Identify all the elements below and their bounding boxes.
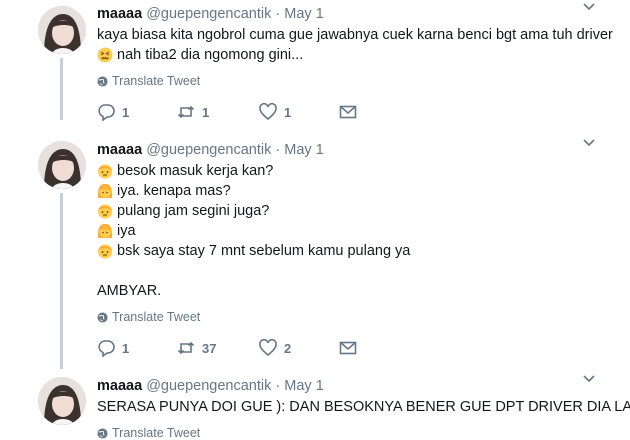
text-line: bsk saya stay 7 mnt sebelum kamu pulang … xyxy=(97,241,410,261)
text-line: pulang jam segini juga? xyxy=(97,201,410,221)
retweet-icon xyxy=(177,341,195,355)
man-face-icon xyxy=(98,204,112,219)
tweet-actions: 1 37 2 xyxy=(97,339,367,359)
woman-face-icon xyxy=(97,184,113,198)
tweet-header: maaaa @guepengencantik · May 1 xyxy=(97,6,324,22)
avatar[interactable] xyxy=(38,6,86,54)
separator-dot: · xyxy=(275,378,281,394)
tweet-date[interactable]: May 1 xyxy=(284,142,324,158)
man-face-icon xyxy=(98,164,112,179)
like-button[interactable]: 1 xyxy=(259,103,291,121)
reply-button[interactable]: 1 xyxy=(97,103,129,121)
retweet-count: 1 xyxy=(202,104,210,120)
globe-icon xyxy=(97,311,108,323)
tweet-actions: 1 1 1 xyxy=(97,103,367,123)
confounded-face-icon xyxy=(97,47,113,63)
user-handle[interactable]: @guepengencantik xyxy=(146,142,271,158)
envelope-icon xyxy=(339,105,357,119)
text-line: nah tiba2 dia ngomong gini... xyxy=(97,45,613,65)
avatar[interactable] xyxy=(38,141,86,189)
globe-icon xyxy=(97,427,108,439)
man-face-icon xyxy=(98,244,112,259)
retweet-button[interactable]: 37 xyxy=(177,339,216,357)
reply-count: 1 xyxy=(122,340,130,356)
text-line: besok masuk kerja kan? xyxy=(97,161,410,181)
tweet-date[interactable]: May 1 xyxy=(284,6,324,22)
chevron-down-icon[interactable] xyxy=(582,2,596,12)
display-name[interactable]: maaaa xyxy=(97,378,142,394)
text-line: iya. kenapa mas? xyxy=(97,181,410,201)
translate-tweet-link[interactable]: Translate Tweet xyxy=(97,426,200,440)
direct-message-button[interactable] xyxy=(339,103,364,121)
text-line: iya xyxy=(97,221,410,241)
chevron-down-icon[interactable] xyxy=(582,138,596,148)
separator-dot: · xyxy=(275,6,281,22)
globe-icon xyxy=(97,75,108,87)
heart-icon xyxy=(259,339,277,357)
reply-icon xyxy=(98,104,115,121)
user-handle[interactable]: @guepengencantik xyxy=(146,6,271,22)
like-count: 1 xyxy=(284,104,292,120)
text-line: AMBYAR. xyxy=(97,283,162,299)
thread-line xyxy=(60,193,63,369)
thread-line xyxy=(60,58,63,120)
reply-button[interactable]: 1 xyxy=(97,339,129,357)
chevron-down-icon[interactable] xyxy=(582,374,596,384)
display-name[interactable]: maaaa xyxy=(97,6,142,22)
direct-message-button[interactable] xyxy=(339,339,364,357)
tweet-header: maaaa @guepengencantik · May 1 xyxy=(97,142,324,158)
separator-dot: · xyxy=(275,142,281,158)
text-line: SERASA PUNYA DOI GUE ): DAN BESOKNYA BEN… xyxy=(97,399,630,415)
tweet-header: maaaa @guepengencantik · May 1 xyxy=(97,378,324,394)
user-handle[interactable]: @guepengencantik xyxy=(146,378,271,394)
reply-icon xyxy=(98,340,115,357)
display-name[interactable]: maaaa xyxy=(97,142,142,158)
heart-icon xyxy=(259,103,277,121)
avatar[interactable] xyxy=(38,377,86,425)
translate-tweet-link[interactable]: Translate Tweet xyxy=(97,310,200,324)
tweet-text: kaya biasa kita ngobrol cuma gue jawabny… xyxy=(97,25,613,65)
tweet-text: SERASA PUNYA DOI GUE ): DAN BESOKNYA BEN… xyxy=(97,397,630,417)
retweet-button[interactable]: 1 xyxy=(177,103,209,121)
retweet-count: 37 xyxy=(202,340,217,356)
tweet-text: besok masuk kerja kan? iya. kenapa mas? … xyxy=(97,161,410,301)
text-line xyxy=(97,261,410,281)
retweet-icon xyxy=(177,105,195,119)
like-count: 2 xyxy=(284,340,292,356)
reply-count: 1 xyxy=(122,104,130,120)
like-button[interactable]: 2 xyxy=(259,339,291,357)
text-line: kaya biasa kita ngobrol cuma gue jawabny… xyxy=(97,27,613,43)
tweet-date[interactable]: May 1 xyxy=(284,378,324,394)
envelope-icon xyxy=(339,341,357,355)
woman-face-icon xyxy=(97,224,113,238)
translate-tweet-link[interactable]: Translate Tweet xyxy=(97,74,200,88)
